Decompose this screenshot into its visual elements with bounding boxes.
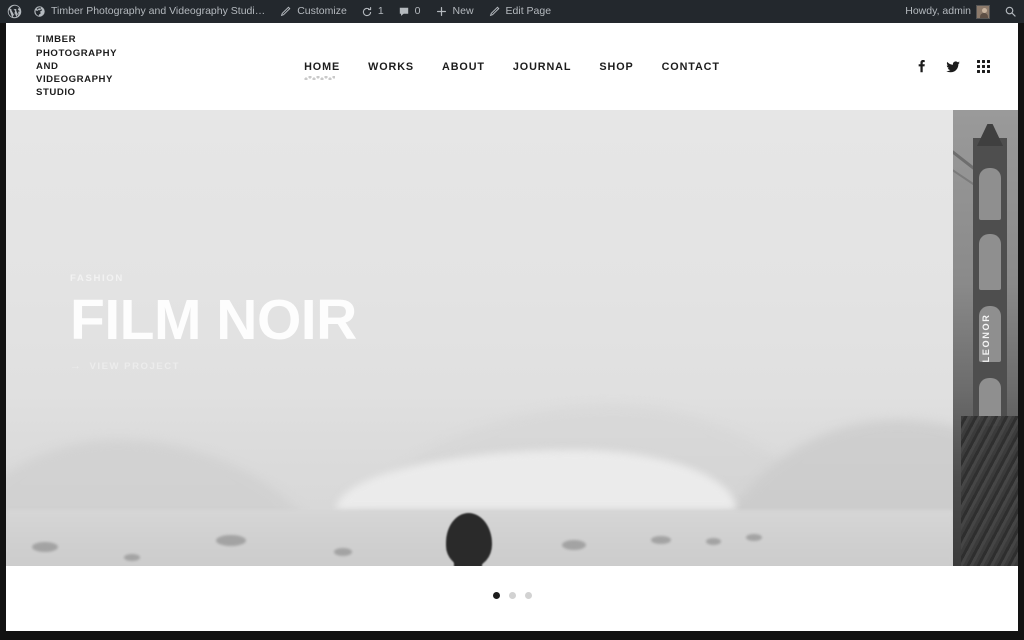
admin-bar-updates-count: 1 [377,5,384,17]
nav-item-contact[interactable]: Contact [648,57,734,77]
pencil-icon [488,5,501,18]
admin-bar-comments[interactable]: 0 [391,0,428,23]
site-header: Timber Photography and Videography Studi… [6,23,1018,110]
admin-bar-updates[interactable]: 1 [354,0,391,23]
grid-menu-icon[interactable] [977,60,990,73]
bush-shape [32,542,58,552]
plus-icon [435,5,448,18]
site-home-icon [33,5,46,18]
nav-item-about[interactable]: About [428,57,499,77]
grid-dot [977,70,980,73]
site-logo[interactable]: Timber Photography and Videography Studi… [36,33,186,99]
site-logo-line-1: Timber [36,34,77,46]
admin-bar-edit-page-label: Edit Page [505,5,552,17]
search-icon [1004,5,1017,18]
admin-bar-customize[interactable]: Customize [272,0,354,23]
admin-bar-edit-page[interactable]: Edit Page [481,0,559,23]
bush-shape [706,538,721,545]
hero-view-project-link[interactable]: → View Project [70,360,357,373]
wordpress-logo-menu[interactable] [0,0,26,23]
site-logo-line-4: Videography [36,74,113,86]
slider-dot-3[interactable] [524,592,532,599]
bush-shape [216,535,246,546]
hero-view-project-label: View Project [89,361,180,372]
comment-bubble-icon [398,6,410,18]
bush-shape [124,554,140,561]
site-viewport: Timber Photography and Videography Studi… [6,23,1018,631]
grid-dot [987,65,990,68]
site-logo-line-3: and [36,60,59,72]
facebook-icon[interactable] [913,59,929,75]
grid-dot [977,60,980,63]
admin-bar-new-label: New [452,5,474,17]
bridge-window-shape [979,234,1001,290]
hero-title: Film Noir [70,288,357,352]
bush-shape [746,534,762,541]
header-icon-group [913,59,990,75]
slider-footer [6,566,1018,631]
admin-bar-new[interactable]: New [428,0,481,23]
bush-shape [651,536,671,544]
admin-bar-site-name[interactable]: Timber Photography and Videography Studi… [26,0,272,23]
hero-next-slide-preview[interactable]: Leonor [953,110,1018,566]
grid-dot [982,65,985,68]
admin-bar-howdy-label: Howdy, admin [905,5,971,17]
hero-category: Fashion [70,273,124,284]
grid-dot [977,65,980,68]
avatar [976,4,990,19]
bush-shape [562,540,586,550]
nav-item-works[interactable]: Works [354,57,428,77]
wp-admin-bar: Timber Photography and Videography Studi… [0,0,1024,23]
admin-bar-right-group: Howdy, admin [898,0,1024,23]
admin-bar-comments-count: 0 [414,5,421,17]
twitter-icon[interactable] [945,59,961,75]
site-logo-line-5: Studio [36,87,76,99]
hero-slider: Fashion Film Noir → View Project Leonor [6,110,1018,566]
admin-bar-customize-label: Customize [297,5,347,17]
nav-item-home[interactable]: Home [290,57,354,80]
grid-dot [982,70,985,73]
hero-caption: Fashion Film Noir → View Project [70,273,357,372]
updates-icon [361,6,373,18]
slider-pagination [492,592,532,599]
arrow-right-icon: → [70,360,83,372]
nav-item-shop[interactable]: Shop [585,57,647,77]
hero-preview-label: Leonor [980,313,991,363]
rock-face-shape [961,416,1018,566]
bridge-window-shape [979,168,1001,220]
figure-head-shape [446,513,492,566]
browser-frame: Timber Photography and Videography Studi… [0,0,1024,640]
pencil-icon [279,5,292,18]
admin-bar-my-account[interactable]: Howdy, admin [898,0,997,23]
bridge-tower-top-shape [977,124,1003,146]
site-logo-line-2: Photography [36,47,118,59]
wordpress-logo-icon [7,4,22,19]
grid-dot [987,60,990,63]
grid-dot [987,70,990,73]
slider-dot-1[interactable] [492,592,500,599]
silhouette-figure [406,513,536,566]
slider-dot-2[interactable] [508,592,516,599]
nav-item-journal[interactable]: Journal [499,57,586,77]
bush-shape [334,548,352,556]
admin-bar-left-group: Timber Photography and Videography Studi… [0,0,558,23]
admin-bar-site-name-label: Timber Photography and Videography Studi… [51,5,266,17]
admin-bar-search[interactable] [997,0,1024,23]
grid-dot [982,60,985,63]
